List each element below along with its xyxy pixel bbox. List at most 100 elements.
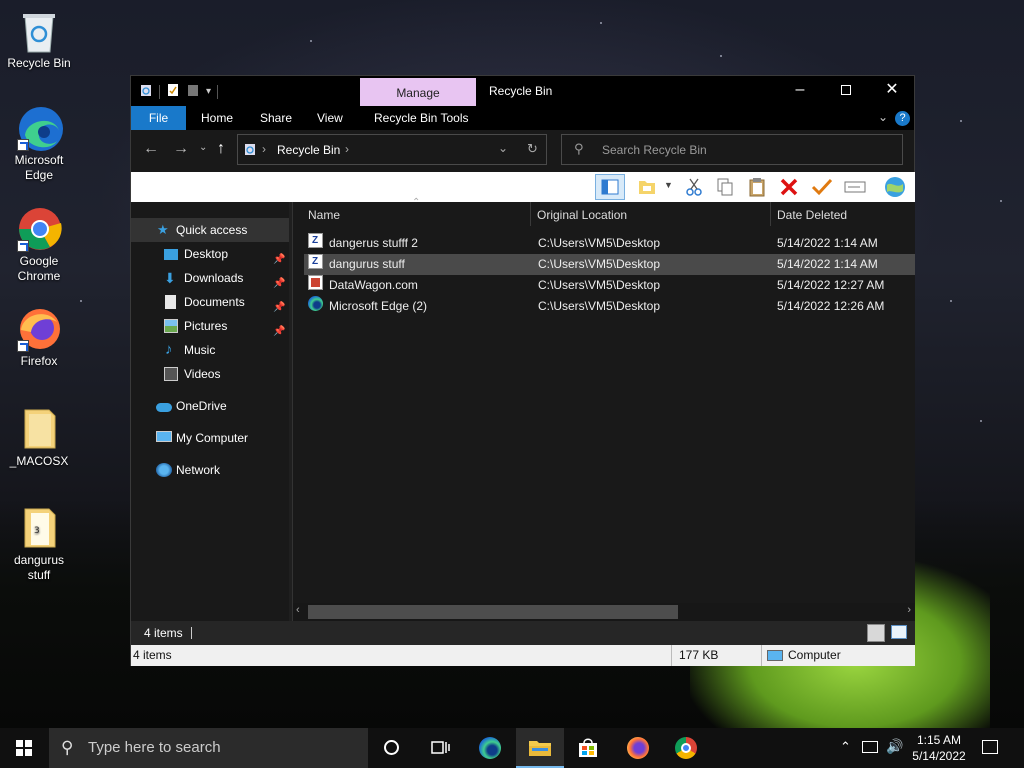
taskbar-edge[interactable]	[466, 728, 514, 768]
layout-folder-icon[interactable]	[637, 177, 657, 197]
file-row[interactable]: Z dangerus stufff 2 C:\Users\VM5\Desktop…	[304, 233, 915, 254]
secondary-status-bar: 4 items 177 KB Computer	[131, 645, 915, 666]
nav-label: Pictures	[184, 319, 228, 333]
column-header-original-location[interactable]: Original Location	[537, 208, 627, 222]
nav-item-network[interactable]: Network	[131, 458, 289, 482]
tab-view[interactable]: View	[303, 106, 357, 130]
column-header-date-deleted[interactable]: Date Deleted	[777, 208, 847, 222]
customize-toolbar-icon[interactable]: ▾	[206, 86, 211, 97]
address-bar[interactable]: › Recycle Bin › ⌄ ↻	[237, 134, 547, 165]
minimize-button[interactable]: –	[777, 76, 823, 106]
nav-label: Network	[176, 463, 221, 477]
maximize-button[interactable]	[823, 76, 869, 106]
back-button[interactable]: ←	[143, 140, 159, 158]
ribbon-tabs: File Home Share View Recycle Bin Tools ⌄…	[131, 106, 914, 130]
rename-icon[interactable]	[844, 177, 866, 197]
expand-ribbon-icon[interactable]: ⌄	[878, 110, 888, 124]
horizontal-scrollbar[interactable]: ‹ ›	[293, 603, 915, 621]
tab-share[interactable]: Share	[246, 106, 306, 130]
file-original-location: C:\Users\VM5\Desktop	[538, 278, 661, 292]
task-view-button[interactable]	[416, 728, 464, 768]
close-button[interactable]: ✕	[869, 76, 915, 106]
breadcrumb[interactable]: Recycle Bin	[277, 143, 340, 157]
copy-icon[interactable]	[715, 177, 735, 197]
tab-recycle-bin-tools[interactable]: Recycle Bin Tools	[360, 106, 483, 130]
taskbar-chrome[interactable]	[662, 728, 710, 768]
column-header-name[interactable]: Name	[308, 208, 340, 222]
chevron-down-icon[interactable]: ▼	[664, 180, 684, 200]
paste-icon[interactable]	[747, 177, 767, 197]
store-bag-icon	[579, 738, 597, 757]
firefox-icon	[627, 737, 649, 759]
forward-button[interactable]: →	[173, 140, 189, 158]
nav-item-videos[interactable]: Videos	[131, 362, 289, 386]
cortana-button[interactable]	[368, 728, 416, 768]
desktop-icon-dangurus-stuff[interactable]: 3 dangurus stuff	[1, 505, 77, 583]
pin-icon[interactable]: 📌	[273, 248, 285, 265]
desktop-icon-recycle-bin[interactable]: Recycle Bin	[1, 8, 77, 71]
help-icon[interactable]: ?	[895, 111, 910, 126]
location-label: Computer	[788, 648, 841, 662]
desktop-icon-firefox[interactable]: Firefox	[1, 306, 77, 369]
preview-pane-icon[interactable]	[595, 174, 625, 200]
taskbar-search-box[interactable]: ⚲ Type here to search	[49, 728, 368, 768]
scroll-right-icon[interactable]: ›	[907, 604, 911, 616]
tab-manage[interactable]: Manage	[360, 78, 476, 106]
restore-check-icon[interactable]	[811, 177, 833, 197]
breadcrumb-separator-icon: ›	[345, 142, 349, 156]
new-folder-icon[interactable]	[186, 83, 200, 100]
star-icon: ★	[157, 222, 169, 237]
nav-item-desktop[interactable]: Desktop 📌	[131, 242, 289, 266]
nav-item-downloads[interactable]: ⬇ Downloads 📌	[131, 266, 289, 290]
recycle-bin-small-icon[interactable]	[139, 83, 153, 100]
start-button[interactable]	[0, 728, 48, 768]
taskbar-store[interactable]	[564, 728, 612, 768]
search-input[interactable]: ⚲ Search Recycle Bin	[561, 134, 903, 165]
column-divider[interactable]	[770, 202, 771, 226]
scrollbar-thumb[interactable]	[308, 605, 678, 619]
file-row[interactable]: DataWagon.com C:\Users\VM5\Desktop 5/14/…	[304, 275, 915, 296]
desktop-icon-edge[interactable]: Microsoft Edge	[1, 105, 77, 183]
pin-icon[interactable]: 📌	[273, 320, 285, 337]
pin-icon[interactable]: 📌	[273, 272, 285, 289]
desktop-icon-chrome[interactable]: Google Chrome	[1, 206, 77, 284]
network-tray-icon[interactable]	[862, 741, 878, 753]
properties-icon[interactable]	[166, 83, 180, 100]
cut-icon[interactable]	[684, 177, 704, 197]
sort-indicator-icon: ⌃	[412, 197, 421, 208]
nav-item-music[interactable]: ♪ Music	[131, 338, 289, 362]
file-row[interactable]: Microsoft Edge (2) C:\Users\VM5\Desktop …	[304, 296, 915, 317]
nav-item-quick-access[interactable]: ★ Quick access	[131, 218, 289, 242]
delete-icon[interactable]	[779, 177, 799, 197]
file-date-deleted: 5/14/2022 1:14 AM	[777, 257, 878, 271]
taskbar-file-explorer[interactable]	[516, 728, 564, 768]
nav-item-onedrive[interactable]: OneDrive	[131, 394, 289, 418]
recent-locations-button[interactable]: ⌄	[199, 142, 207, 153]
file-name: DataWagon.com	[329, 278, 418, 292]
scroll-left-icon[interactable]: ‹	[296, 604, 300, 616]
details-view-icon[interactable]	[867, 624, 885, 642]
show-hidden-icons-button[interactable]: ⌃	[840, 739, 851, 755]
desktop-icon-macosx[interactable]: _MACOSX	[1, 406, 77, 469]
volume-icon[interactable]: 🔊	[886, 738, 903, 755]
refresh-icon[interactable]: ↻	[527, 141, 538, 157]
up-button[interactable]: ↑	[217, 140, 225, 158]
clock[interactable]: 1:15 AM 5/14/2022	[910, 732, 968, 764]
tab-file[interactable]: File	[131, 106, 186, 130]
large-icons-view-icon[interactable]	[891, 625, 907, 639]
notification-center-button[interactable]	[982, 740, 998, 754]
zip-folder-icon: 3	[17, 505, 61, 549]
shortcut-arrow-icon	[17, 240, 29, 252]
file-row-selected[interactable]: Z dangurus stuff C:\Users\VM5\Desktop 5/…	[304, 254, 915, 275]
nav-item-documents[interactable]: Documents 📌	[131, 290, 289, 314]
pin-icon[interactable]: 📌	[273, 296, 285, 313]
tab-home[interactable]: Home	[187, 106, 247, 130]
zip-file-icon: Z	[308, 233, 323, 248]
nav-item-my-computer[interactable]: My Computer	[131, 426, 289, 450]
globe-icon[interactable]	[883, 175, 907, 199]
taskbar-firefox[interactable]	[614, 728, 662, 768]
nav-item-pictures[interactable]: Pictures 📌	[131, 314, 289, 338]
file-list: ⌃ Name Original Location Date Deleted Z …	[293, 197, 915, 621]
column-divider[interactable]	[530, 202, 531, 226]
address-dropdown-icon[interactable]: ⌄	[498, 141, 508, 155]
